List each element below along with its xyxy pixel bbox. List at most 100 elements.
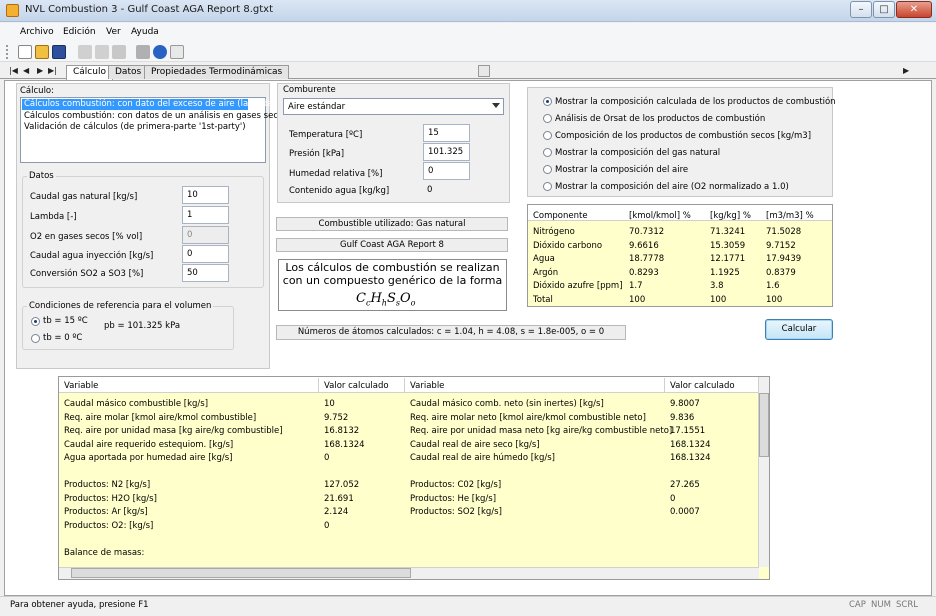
results-header: Variable Valor calculado Variable Valor … (59, 377, 759, 393)
tb0-radio[interactable] (31, 334, 40, 343)
report-name-label: Gulf Coast AGA Report 8 (276, 238, 508, 252)
view-option-radio-1[interactable] (543, 97, 552, 106)
status-scrl: SCRL (896, 600, 918, 610)
cut-icon[interactable] (78, 45, 92, 59)
comp-row-value: 3.8 (710, 281, 724, 291)
calculo-option-2[interactable]: Cálculos combustión: con datos de un aná… (24, 111, 288, 121)
tab-scroll-right-icon[interactable]: ▶ (903, 66, 909, 75)
paste-icon[interactable] (112, 45, 126, 59)
view-option-radio-4[interactable] (543, 148, 552, 157)
comp-row-label: Argón (533, 267, 559, 278)
caudal-gas-input[interactable]: 10 (182, 186, 229, 204)
tab-propiedades[interactable]: Propiedades Termodinámicas (144, 65, 290, 79)
results-value: 127.052 (324, 480, 360, 490)
status-text: Para obtener ayuda, presione F1 (10, 600, 149, 610)
tab-next-icon[interactable]: ▶ (37, 66, 43, 75)
view-option-radio-5[interactable] (543, 165, 552, 174)
datos-title: Datos (27, 171, 56, 181)
temperatura-input[interactable]: 15 (423, 124, 470, 142)
results-variable: Caudal real de aire húmedo [kg/s] (410, 453, 555, 463)
results-value: 2.124 (324, 507, 349, 517)
results-variable: Caudal másico comb. neto (sin inertes) [… (410, 399, 604, 409)
tb15-label: tb = 15 ºC (43, 316, 88, 326)
view-option-label-2: Análisis de Orsat de los productos de co… (555, 114, 766, 124)
formula-text: Los cálculos de combustión se realizan c… (282, 261, 503, 287)
comp-row-value: 100 (710, 294, 727, 305)
comp-row-label: Dióxido carbono (533, 240, 603, 251)
view-option-radio-3[interactable] (543, 131, 552, 140)
lambda-input[interactable]: 1 (182, 206, 229, 224)
comburente-select-value: Aire estándar (288, 102, 346, 112)
agua-iny-input[interactable]: 0 (182, 245, 229, 263)
results-variable: Balance de masas: (64, 547, 145, 558)
results-variable: Productos: N2 [kg/s] (64, 480, 151, 490)
results-header-val-1: Valor calculado (324, 381, 389, 391)
save-icon[interactable] (52, 45, 66, 59)
results-value: 0 (324, 520, 330, 531)
menu-edicion[interactable]: Edición (63, 27, 96, 37)
results-hscroll-thumb[interactable] (71, 568, 411, 578)
results-value: 16.8132 (324, 426, 360, 436)
results-value: 10 (324, 399, 335, 409)
about-icon[interactable] (153, 45, 167, 59)
calculo-option-1[interactable]: Cálculos combustión: con dato del exceso… (22, 99, 276, 110)
contenido-agua-label: Contenido agua [kg/kg] (289, 186, 390, 196)
results-variable: Productos: O2: [kg/s] (64, 520, 154, 531)
view-option-radio-6[interactable] (543, 182, 552, 191)
results-header-var-2: Variable (410, 381, 445, 391)
tab-calculo[interactable]: Cálculo (66, 65, 113, 80)
tab-prev-icon[interactable]: ◀ (23, 66, 29, 75)
presion-input[interactable]: 101.325 (423, 143, 470, 161)
results-value: 27.265 (670, 480, 700, 490)
status-num: NUM (871, 600, 891, 610)
tab-datos[interactable]: Datos (108, 65, 149, 79)
results-variable: Req. aire por unidad masa neto [kg aire/… (410, 426, 673, 436)
status-cap: CAP (849, 600, 866, 610)
close-button[interactable]: ✕ (896, 1, 932, 18)
results-variable: Req. aire molar neto [kmol aire/kmol com… (410, 412, 646, 423)
results-vscroll-thumb[interactable] (759, 393, 769, 457)
menu-ver[interactable]: Ver (106, 27, 121, 37)
print-icon[interactable] (136, 45, 150, 59)
minimize-button[interactable]: – (850, 1, 872, 18)
humedad-input[interactable]: 0 (423, 162, 470, 180)
results-value: 17.1551 (670, 426, 706, 436)
comp-row-value: 18.7778 (629, 254, 665, 264)
comp-row-value: 0.8379 (766, 267, 796, 278)
calcular-button[interactable]: Calcular (765, 319, 833, 340)
open-icon[interactable] (35, 45, 49, 59)
copy-icon[interactable] (95, 45, 109, 59)
view-option-radio-2[interactable] (543, 114, 552, 123)
window-title: NVL Combustion 3 - Gulf Coast AGA Report… (25, 4, 273, 15)
results-value: 0 (324, 453, 330, 463)
results-value: 168.1324 (670, 453, 711, 463)
datos-label-4: Caudal agua inyección [kg/s] (30, 251, 154, 261)
results-variable: Productos: SO2 [kg/s] (410, 507, 502, 517)
tb15-radio[interactable] (31, 317, 40, 326)
tab-first-icon[interactable]: |◀ (9, 66, 18, 75)
results-header-separator (318, 378, 319, 392)
chevron-down-icon (492, 103, 500, 108)
calculo-option-3[interactable]: Validación de cálculos (de primera-parte… (24, 122, 246, 132)
so2-so3-input[interactable]: 50 (182, 264, 229, 282)
results-variable: Caudal aire requerido estequiom. [kg/s] (64, 439, 234, 450)
atoms-label: Números de átomos calculados: c = 1.04, … (276, 325, 626, 340)
results-header-separator (404, 378, 405, 392)
results-value: 0.0007 (670, 507, 700, 517)
comp-row-label: Dióxido azufre [ppm] (533, 281, 623, 291)
app-icon (6, 4, 19, 17)
maximize-button[interactable]: □ (873, 1, 895, 18)
menu-archivo[interactable]: Archivo (20, 27, 54, 37)
comburente-title: Comburente (283, 85, 336, 95)
comburente-select[interactable]: Aire estándar (283, 98, 504, 115)
tab-scroll-thumb[interactable] (478, 65, 490, 77)
menu-ayuda[interactable]: Ayuda (131, 27, 159, 37)
results-table: Variable Valor calculado Variable Valor … (58, 376, 770, 580)
new-icon[interactable] (18, 45, 32, 59)
comp-row-value: 12.1771 (710, 254, 746, 264)
results-variable: Caudal másico combustible [kg/s] (64, 399, 209, 409)
results-value: 9.8007 (670, 399, 700, 409)
tab-last-icon[interactable]: ▶| (48, 66, 57, 75)
view-option-label-5: Mostrar la composición del aire (555, 165, 689, 175)
help-icon[interactable] (170, 45, 184, 59)
